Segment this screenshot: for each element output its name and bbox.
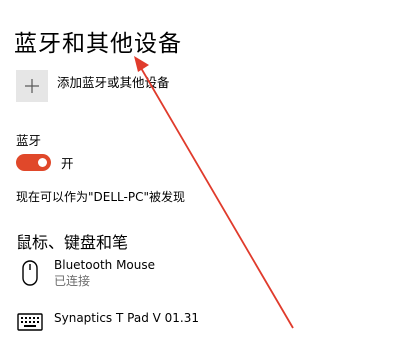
page-title: 蓝牙和其他设备 [14,31,182,57]
device-synaptics-touchpad[interactable]: Synaptics T Pad V 01.31 [16,309,199,331]
mouse-icon [16,260,44,286]
device-name: Bluetooth Mouse [54,258,156,272]
bluetooth-section-label: 蓝牙 [16,133,42,148]
mouse-keyboard-pen-title: 鼠标、键盘和笔 [16,233,129,252]
add-device-label: 添加蓝牙或其他设备 [57,75,170,90]
device-status: 已连接 [54,274,91,288]
add-device-button[interactable]: 添加蓝牙或其他设备 [16,70,170,104]
bluetooth-toggle-row: 开 [16,153,74,172]
bluetooth-toggle[interactable] [16,154,51,171]
keyboard-icon [16,313,44,331]
bluetooth-toggle-state: 开 [61,156,74,171]
device-bluetooth-mouse[interactable]: Bluetooth Mouse 已连接 [16,258,155,289]
device-name: Synaptics T Pad V 01.31 [54,311,200,325]
plus-icon [16,70,48,102]
toggle-knob [38,158,47,167]
discoverable-text: 现在可以作为"DELL-PC"被发现 [16,190,185,204]
